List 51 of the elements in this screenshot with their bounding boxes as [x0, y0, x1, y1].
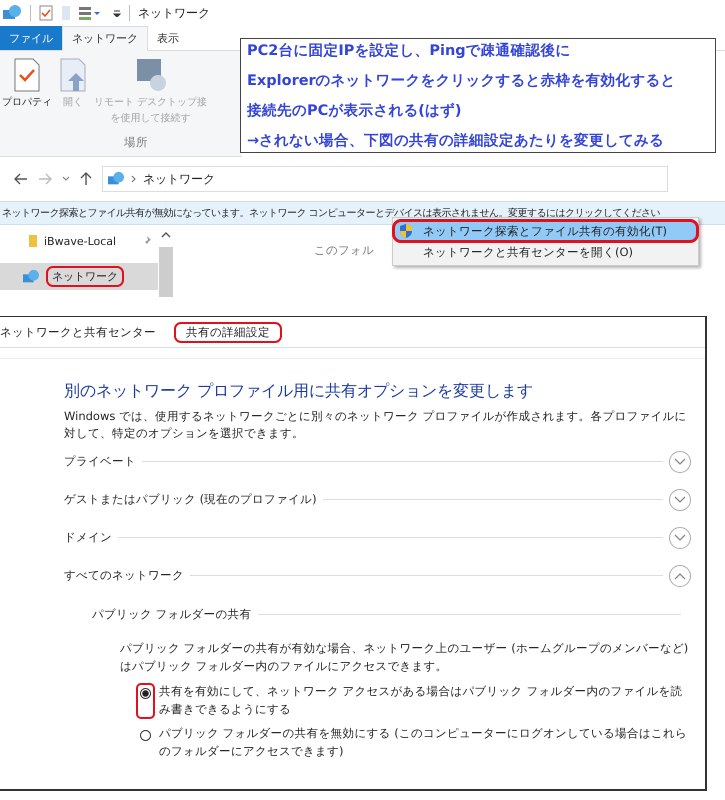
network-icon	[107, 171, 125, 187]
collapse-button[interactable]	[669, 564, 691, 586]
menu-item[interactable]: ネットワーク探索とファイル共有の有効化(T)	[393, 220, 698, 242]
annotation-text: 接続先のPCが表示される(はず)	[247, 102, 463, 120]
chevron-down-icon	[674, 458, 686, 466]
subsection-label: パブリック フォルダーの共有	[92, 607, 252, 622]
group-label: 場所	[123, 135, 148, 150]
network-icon	[2, 4, 22, 22]
breadcrumb-link[interactable]: ネットワークと共有センター	[0, 324, 156, 340]
annotation-text: Explorerのネットワークをクリックすると赤枠を有効化すると	[247, 72, 677, 90]
section-label: すべてのネットワーク	[64, 568, 184, 583]
description-text: Windows では、使用するネットワークごとに別々のネットワーク プロファイルが作成されます。各プロファイルに対して、特定のオプションを選択できます。	[64, 408, 688, 442]
chevron-up-icon	[674, 572, 686, 580]
radio-option[interactable]: 共有を有効にして、ネットワーク アクセスがある場合はパブリック フォルダー内のファイルを読み書きできるようにする	[136, 683, 691, 719]
ribbon-tab[interactable]: ファイル	[0, 26, 62, 50]
address-bar[interactable]: ネットワーク	[102, 166, 668, 192]
folder-icon	[28, 234, 38, 248]
up-icon[interactable]	[80, 172, 92, 186]
window-title: ネットワーク	[138, 4, 210, 22]
expand-button[interactable]	[669, 488, 691, 510]
annotation-text: PC2台に固定IPを設定し、Pingで疎通確認後に	[247, 42, 572, 60]
caret-icon[interactable]	[113, 9, 121, 17]
checkbox-icon[interactable]	[39, 5, 53, 21]
annotation-text: →されない場合、下図の共有の詳細設定あたりを変更してみる	[247, 131, 666, 150]
radio-button[interactable]	[140, 730, 151, 741]
breadcrumb-link[interactable]: 共有の詳細設定	[174, 322, 282, 342]
expand-button[interactable]	[669, 526, 691, 548]
expand-button[interactable]	[669, 450, 691, 472]
checklist-icon	[12, 57, 42, 93]
radio-button[interactable]	[140, 688, 151, 700]
ribbon-tab[interactable]: ネットワーク	[62, 26, 148, 51]
nav-item[interactable]: ネットワーク	[0, 263, 158, 290]
chevron-down-icon	[674, 534, 686, 542]
back-icon[interactable]	[14, 173, 28, 185]
empty-folder-text: このフォル	[314, 243, 374, 258]
page-heading: 別のネットワーク プロファイル用に共有オプションを変更します	[64, 381, 534, 402]
section-label: ドメイン	[64, 530, 112, 545]
radio-option[interactable]: パブリック フォルダーの共有を無効にする (このコンピューターにログオンしている場合はこれらのフォルダーにアクセスできます)	[136, 724, 691, 761]
network-icon	[22, 268, 40, 284]
scrollbar-thumb[interactable]	[159, 247, 173, 297]
nav-item[interactable]: iBwave-Local	[0, 231, 158, 251]
chevron-down-icon	[674, 496, 686, 504]
description-text: パブリック フォルダーの共有が有効な場合、ネットワーク上のユーザー (ホームグループのメンバーなど) はパブリック フォルダー内のファイルにアクセスできます。	[120, 640, 690, 675]
ribbon-button[interactable]: プロパティ	[0, 55, 54, 127]
section-label: ゲストまたはパブリック (現在のプロファイル)	[64, 492, 317, 507]
chevron-icon	[131, 175, 137, 183]
address-text: ネットワーク	[143, 170, 215, 188]
scroll-up-icon[interactable]	[161, 231, 171, 239]
shield-icon	[399, 223, 413, 239]
section-label: プライベート	[64, 454, 136, 469]
menu-item[interactable]: ネットワークと共有センターを開く(O)	[393, 242, 698, 263]
